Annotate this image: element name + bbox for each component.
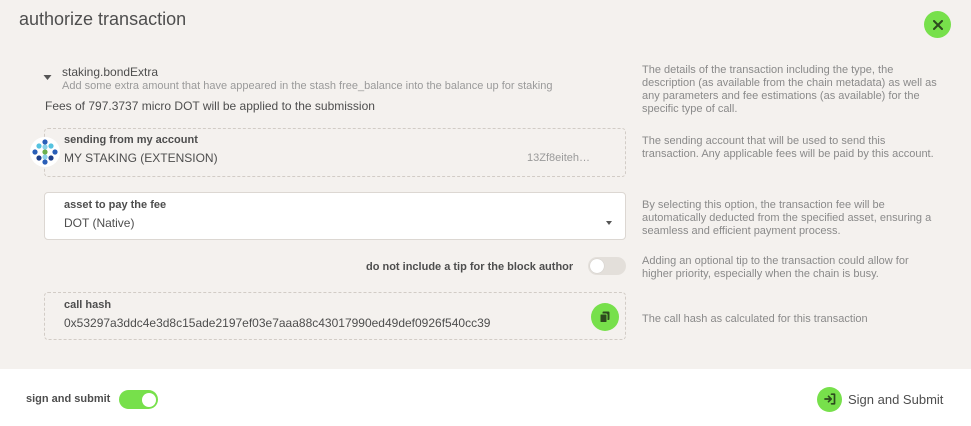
- fee-asset-help-text: By selecting this option, the transactio…: [642, 199, 932, 237]
- chevron-down-icon[interactable]: [606, 221, 612, 225]
- call-hash-value: 0x53297a3ddc4e3d8c15ade2197ef03e7aaa88c4…: [64, 316, 491, 330]
- sending-account-name: MY STAKING (EXTENSION): [64, 151, 218, 165]
- fee-asset-value: DOT (Native): [64, 216, 135, 230]
- close-button[interactable]: [924, 11, 951, 38]
- fee-asset-label: asset to pay the fee: [64, 199, 167, 211]
- sending-account-address: 13Zf8eiteh…: [527, 152, 590, 164]
- tip-toggle-label: do not include a tip for the block autho…: [366, 261, 574, 273]
- close-icon: [932, 19, 943, 30]
- tip-toggle[interactable]: [588, 257, 626, 275]
- sign-and-submit-button[interactable]: Sign and Submit: [817, 386, 943, 412]
- modal-title: authorize transaction: [19, 9, 187, 29]
- toggle-knob: [590, 259, 604, 273]
- fee-estimate: Fees of 797.3737 micro DOT will be appli…: [45, 99, 375, 113]
- call-help-text: The details of the transaction including…: [642, 64, 937, 115]
- call-hash-help-text: The call hash as calculated for this tra…: [642, 313, 868, 325]
- account-help-text: The sending account that will be used to…: [642, 135, 934, 160]
- sign-and-submit-toggle[interactable]: [119, 390, 158, 409]
- call-hash-field: call hash 0x53297a3ddc4e3d8c15ade2197ef0…: [44, 292, 626, 340]
- call-method-description: Add some extra amount that have appeared…: [62, 80, 553, 92]
- fee-asset-dropdown[interactable]: asset to pay the fee DOT (Native): [44, 192, 626, 240]
- modal-footer: sign and submit Sign and Submit: [0, 369, 971, 426]
- toggle-knob: [142, 392, 156, 407]
- call-method-name[interactable]: staking.bondExtra: [62, 65, 158, 79]
- authorize-transaction-modal: authorize transaction staking.bondExtra …: [0, 0, 971, 426]
- sign-and-submit-toggle-label: sign and submit: [26, 393, 111, 405]
- sign-in-icon: [817, 386, 842, 412]
- sign-and-submit-label: Sign and Submit: [848, 391, 944, 407]
- call-hash-label: call hash: [64, 299, 112, 311]
- sending-account-label: sending from my account: [64, 134, 198, 146]
- copy-button[interactable]: [591, 303, 619, 331]
- identicon: [30, 137, 60, 167]
- copy-icon: [599, 311, 610, 323]
- tip-help-text: Adding an optional tip to the transactio…: [642, 255, 909, 280]
- caret-down-icon[interactable]: [43, 73, 52, 82]
